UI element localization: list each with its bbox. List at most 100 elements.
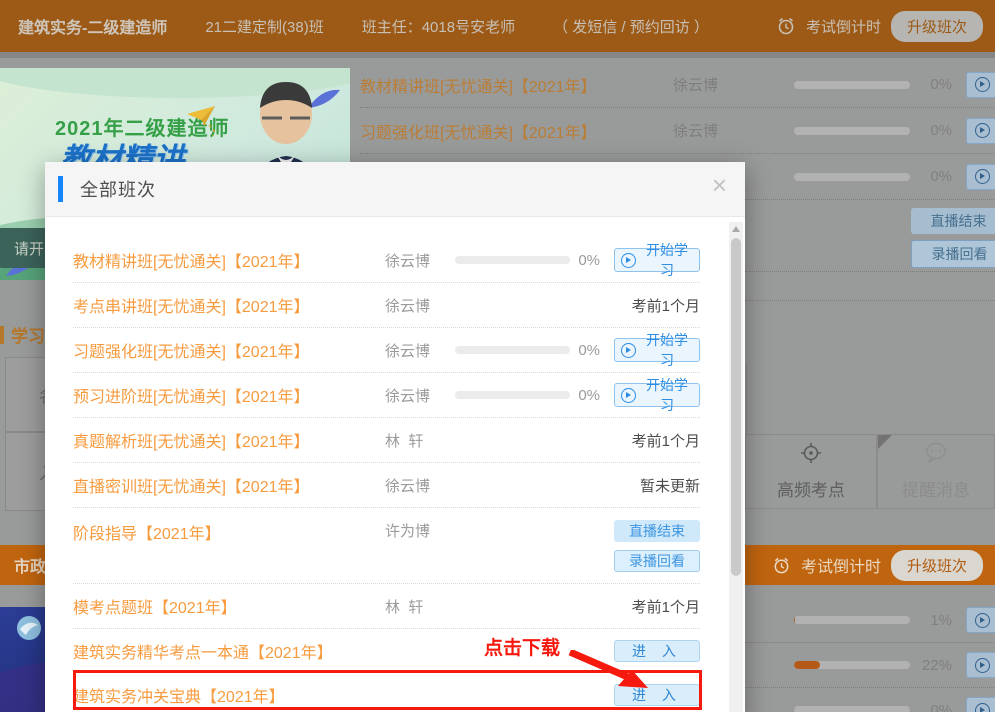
continue-study-button[interactable]: 继续学习 xyxy=(966,652,995,678)
class-row-title[interactable]: 习题强化班[无忧通关]【2021年】 xyxy=(73,338,385,362)
progress-fill xyxy=(794,661,820,669)
class-row-title[interactable]: 阶段指导【2021年】 xyxy=(73,520,385,544)
class-row: 真题解析班[无忧通关]【2021年】林 轩考前1个月 xyxy=(73,418,700,463)
start-study-button[interactable]: 开始学习 xyxy=(614,248,700,272)
live-ended-button[interactable]: 直播结束 xyxy=(911,208,995,234)
start-study-button[interactable]: 开始学习 xyxy=(966,118,995,144)
teacher-name: 徐云博 xyxy=(385,475,445,496)
feature-tiles: 高频考点 提醒消息 xyxy=(745,434,995,509)
play-circle-icon xyxy=(621,388,636,403)
tile-label: 高频考点 xyxy=(777,476,845,501)
close-icon[interactable]: × xyxy=(712,172,727,198)
progress-bar xyxy=(455,256,570,264)
exam-countdown-link[interactable]: 考试倒计时 xyxy=(801,553,881,577)
class-row-title[interactable]: 建筑实务精华考点一本通【2021年】 xyxy=(73,639,385,663)
teacher-name: 徐云博 xyxy=(385,250,445,271)
continue-study-button[interactable]: 继续学习 xyxy=(966,607,995,633)
continue-study-button[interactable]: 开始学习 xyxy=(966,697,995,712)
corner-fold-icon xyxy=(878,435,892,449)
progress-percent: 0% xyxy=(570,387,600,404)
scroll-up-arrow-icon[interactable] xyxy=(732,226,740,232)
play-circle-icon xyxy=(975,613,990,628)
modal-scrollbar[interactable] xyxy=(729,222,743,712)
class-row-title[interactable]: 直播密训班[无忧通关]【2021年】 xyxy=(73,473,385,497)
progress-bar xyxy=(455,346,570,354)
play-circle-icon xyxy=(975,169,990,184)
exam-countdown-link[interactable]: 考试倒计时 xyxy=(806,16,881,37)
divider xyxy=(745,300,995,301)
start-study-label: 开始学习 xyxy=(641,375,693,415)
class-status: 考前1个月 xyxy=(632,596,700,617)
start-study-button[interactable]: 开始学习 xyxy=(614,338,700,362)
contact-links[interactable]: （ 发短信 / 预约回访 ） xyxy=(553,16,709,37)
play-circle-icon xyxy=(621,253,636,268)
class-row: 阶段指导【2021年】许为博 直播结束录播回看 xyxy=(73,508,700,584)
progress-percent: 0% xyxy=(570,252,600,269)
scrollbar-thumb[interactable] xyxy=(731,238,741,576)
upgrade-class-button[interactable]: 升级班次 xyxy=(891,11,983,42)
class-row: 预习进阶班[无忧通关]【2021年】徐云博 0% 开始学习 xyxy=(73,373,700,418)
progress-percent: 0% xyxy=(910,122,952,139)
progress-percent: 1% xyxy=(910,612,952,629)
progress-percent: 0% xyxy=(570,342,600,359)
class-list: 教材精讲班[无忧通关]【2021年】徐云博0%开始学习考点串讲班[无忧通关]【2… xyxy=(45,217,745,712)
play-circle-icon xyxy=(975,77,990,92)
start-study-button[interactable]: 开始学习 xyxy=(614,383,700,407)
enter-button[interactable]: 进 入 xyxy=(614,640,700,662)
progress-percent: 0% xyxy=(910,76,952,93)
class-row-title[interactable]: 预习进阶班[无忧通关]【2021年】 xyxy=(73,383,385,407)
class-manager: 班主任：4018号安老师 xyxy=(362,16,515,37)
message-icon xyxy=(924,442,948,464)
class-status: 考前1个月 xyxy=(632,430,700,451)
page: 建筑实务-二级建造师 21二建定制(38)班 班主任：4018号安老师 （ 发短… xyxy=(0,0,995,712)
course-row-title[interactable]: 习题强化班[无忧通关]【2021年】 xyxy=(360,119,673,143)
teacher-name: 徐云博 xyxy=(385,340,445,361)
class-name: 21二建定制(38)班 xyxy=(205,16,323,37)
progress-percent: 0% xyxy=(910,702,952,712)
progress-bar xyxy=(455,391,570,399)
click-to-download-note: 点击下载 xyxy=(484,633,560,660)
course-header-bar: 建筑实务-二级建造师 21二建定制(38)班 班主任：4018号安老师 （ 发短… xyxy=(0,0,995,52)
teacher-name: 徐云博 xyxy=(385,385,445,406)
class-row-title[interactable]: 模考点题班【2021年】 xyxy=(73,594,385,618)
play-circle-icon xyxy=(975,658,990,673)
alarm-clock-icon xyxy=(772,556,791,575)
enter-button[interactable]: 进 入 xyxy=(614,684,700,706)
divider xyxy=(745,271,995,272)
class-row: 建筑实务冲关宝典【2021年】 进 入 xyxy=(73,673,700,712)
replay-button[interactable]: 录播回看 xyxy=(614,550,700,572)
divider xyxy=(0,52,995,58)
teacher-name: 林 轩 xyxy=(385,596,445,617)
progress-bar xyxy=(794,81,910,89)
class-row: 建筑实务精华考点一本通【2021年】 进 入 xyxy=(73,629,700,673)
class-row-title[interactable]: 真题解析班[无忧通关]【2021年】 xyxy=(73,428,385,452)
feature-tile-1[interactable]: 高频考点 xyxy=(745,434,877,509)
modal-header: 全部班次 × xyxy=(45,162,745,217)
progress-bar xyxy=(794,616,910,624)
accent-bar xyxy=(58,176,63,202)
start-study-button[interactable]: 开始学习 xyxy=(966,72,995,98)
progress-bar xyxy=(794,127,910,135)
upgrade-class-button[interactable]: 升级班次 xyxy=(891,550,983,581)
class-row-title[interactable]: 教材精讲班[无忧通关]【2021年】 xyxy=(73,248,385,272)
course-row: 教材精讲班[无忧通关]【2021年】徐云博0%开始学习 xyxy=(360,62,995,108)
progress-fill xyxy=(794,616,795,624)
class-status: 考前1个月 xyxy=(632,295,700,316)
class-row: 教材精讲班[无忧通关]【2021年】徐云博 0% 开始学习 xyxy=(73,238,700,283)
play-circle-icon xyxy=(975,123,990,138)
course-row-title[interactable]: 教材精讲班[无忧通关]【2021年】 xyxy=(360,73,673,97)
play-circle-icon xyxy=(621,343,636,358)
live-ended-button[interactable]: 直播结束 xyxy=(614,520,700,542)
play-circle-icon xyxy=(975,703,990,712)
feature-tile-2[interactable]: 提醒消息 xyxy=(877,434,995,509)
crosshair-icon xyxy=(800,442,822,464)
class-row-title[interactable]: 考点串讲班[无忧通关]【2021年】 xyxy=(73,293,385,317)
start-study-label: 开始学习 xyxy=(641,240,693,280)
replay-button[interactable]: 录播回看 xyxy=(911,240,995,268)
divider xyxy=(746,365,747,435)
class-row-title[interactable]: 建筑实务冲关宝典【2021年】 xyxy=(73,683,385,707)
teacher-name: 许为博 xyxy=(385,520,445,541)
class-row: 模考点题班【2021年】林 轩 考前1个月 xyxy=(73,584,700,629)
start-study-button[interactable]: 开始学习 xyxy=(966,164,995,190)
class-row: 考点串讲班[无忧通关]【2021年】徐云博考前1个月 xyxy=(73,283,700,328)
